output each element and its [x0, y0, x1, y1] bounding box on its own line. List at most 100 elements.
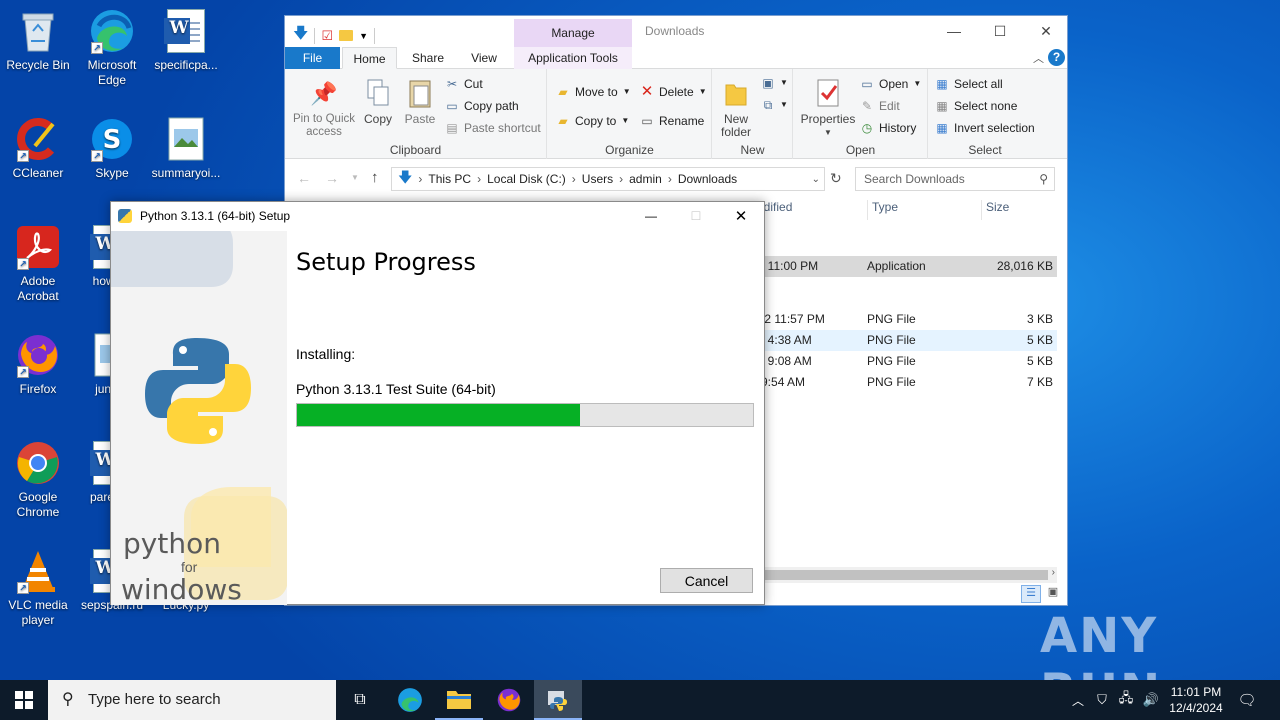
new-folder-icon[interactable]: [339, 30, 354, 41]
scissors-icon: ✂: [446, 77, 458, 91]
close-button[interactable]: ✕: [1023, 16, 1069, 46]
start-button[interactable]: [0, 680, 48, 720]
tab-application-tools[interactable]: Application Tools: [514, 47, 632, 69]
desktop-icon-ccleaner[interactable]: ↗ CCleaner: [0, 116, 76, 181]
tab-share[interactable]: Share: [403, 47, 453, 69]
desktop-icon-vlc[interactable]: ↗ VLC media player: [0, 548, 76, 628]
scrollbar-thumb[interactable]: [765, 570, 1048, 580]
address-dropdown-icon[interactable]: ⌄: [812, 174, 820, 185]
file-row[interactable]: 3 9:54 AM PNG File 7 KB: [751, 372, 1057, 393]
manage-context-tab[interactable]: Manage: [514, 19, 632, 47]
close-button[interactable]: ✕: [731, 202, 751, 231]
horizontal-scrollbar[interactable]: ›: [765, 567, 1057, 583]
details-view-icon[interactable]: ☰: [1021, 585, 1041, 603]
file-row[interactable]: 022 11:57 PM PNG File 3 KB: [751, 309, 1057, 330]
refresh-icon[interactable]: ↻: [830, 170, 842, 187]
network-icon[interactable]: 🖧: [1116, 680, 1136, 720]
scroll-right-icon[interactable]: ›: [1052, 567, 1055, 578]
paste-button[interactable]: Paste: [401, 77, 439, 126]
tab-view[interactable]: View: [459, 47, 509, 69]
python-setup-taskbar-icon[interactable]: [534, 680, 582, 720]
breadcrumb-item[interactable]: Downloads: [678, 172, 737, 186]
easy-access-button[interactable]: ⧉ ▼: [761, 95, 788, 115]
tab-home[interactable]: Home: [342, 47, 397, 69]
breadcrumb-item[interactable]: Users: [582, 172, 613, 186]
minimize-button[interactable]: —: [931, 16, 977, 46]
column-header-type[interactable]: Type: [867, 200, 898, 220]
edge-taskbar-icon[interactable]: [386, 680, 434, 720]
desktop-icon-label: CCleaner: [12, 166, 64, 180]
copy-to-icon: ▰: [558, 114, 568, 128]
help-icon[interactable]: ?: [1048, 49, 1065, 66]
breadcrumb-item[interactable]: Local Disk (C:): [487, 172, 566, 186]
python-setup-window[interactable]: Python 3.13.1 (64-bit) Setup — ☐ ✕ pytho…: [110, 201, 765, 605]
back-arrow-icon[interactable]: ←: [297, 170, 311, 186]
show-hidden-icons[interactable]: ︿: [1068, 680, 1088, 720]
copy-to-button[interactable]: ▰ Copy to ▼: [556, 111, 629, 131]
desktop-icon-google-chrome[interactable]: Google Chrome: [0, 440, 76, 520]
collapse-ribbon-icon[interactable]: ︿: [1033, 50, 1044, 66]
download-arrow-icon[interactable]: 🡇: [293, 23, 308, 48]
paste-shortcut-button[interactable]: ▤ Paste shortcut: [445, 118, 540, 138]
file-row[interactable]: 21 4:38 AM PNG File 5 KB: [751, 330, 1057, 351]
notifications-icon[interactable]: 🗨: [1232, 680, 1262, 720]
quick-access-toolbar: 🡇 ☑ ▼: [293, 23, 375, 48]
cancel-button[interactable]: Cancel: [660, 568, 753, 593]
move-to-label: Move to: [575, 85, 618, 99]
cut-button[interactable]: ✂ Cut: [445, 74, 483, 94]
select-none-button[interactable]: ▦ Select none: [935, 96, 1017, 116]
acrobat-icon: ↗: [15, 224, 61, 270]
history-button[interactable]: ◷ History: [860, 118, 917, 138]
copy-button[interactable]: Copy: [359, 77, 397, 126]
desktop-icon-specificpa[interactable]: W specificpa...: [148, 8, 224, 73]
tab-file[interactable]: File: [285, 47, 340, 69]
desktop-icon-skype[interactable]: S ↗ Skype: [74, 116, 150, 181]
recent-locations-icon[interactable]: ▼: [351, 173, 359, 182]
desktop-icon-summaryoi[interactable]: summaryoi...: [148, 116, 224, 181]
properties-button[interactable]: Properties ▼: [798, 77, 858, 139]
address-bar[interactable]: 🡇 › This PC › Local Disk (C:) › Users › …: [391, 167, 825, 191]
invert-selection-button[interactable]: ▦ Invert selection: [935, 118, 1034, 138]
breadcrumb-item[interactable]: This PC: [428, 172, 471, 186]
open-button[interactable]: ▭ Open ▼: [860, 74, 921, 94]
up-arrow-icon[interactable]: ↑: [371, 169, 379, 186]
brand-python-text: python: [123, 527, 221, 560]
pin-quick-access-button[interactable]: 📌 Pin to Quick access: [289, 77, 359, 139]
customize-toolbar-icon[interactable]: ▼: [359, 31, 368, 41]
current-install-item: Python 3.13.1 Test Suite (64-bit): [296, 381, 496, 397]
file-row[interactable]: 20 9:08 AM PNG File 5 KB: [751, 351, 1057, 372]
desktop-icon-adobe-acrobat[interactable]: ↗ Adobe Acrobat: [0, 224, 76, 304]
select-all-button[interactable]: ▦ Select all: [935, 74, 1002, 94]
delete-button[interactable]: ✕ Delete ▼: [640, 82, 707, 102]
maximize-button[interactable]: ☐: [977, 16, 1023, 46]
desktop-icon-edge[interactable]: ↗ Microsoft Edge: [74, 8, 150, 88]
maximize-button[interactable]: ☐: [686, 202, 706, 231]
taskbar-search-box[interactable]: ⚲ Type here to search: [48, 680, 336, 720]
large-icons-view-icon[interactable]: ▣: [1043, 585, 1063, 603]
forward-arrow-icon[interactable]: →: [325, 170, 339, 186]
rename-button[interactable]: ▭ Rename: [640, 111, 704, 131]
column-header-size[interactable]: Size: [981, 200, 1059, 220]
install-progress-bar: [296, 403, 754, 427]
new-item-button[interactable]: ▣ ▼: [761, 73, 788, 93]
properties-icon[interactable]: ☑: [321, 28, 333, 44]
task-view-icon[interactable]: ⧉: [336, 680, 384, 720]
copy-path-button[interactable]: ▭ Copy path: [445, 96, 518, 116]
move-to-button[interactable]: ▰ Move to ▼: [556, 82, 630, 102]
file-size: 5 KB: [1026, 333, 1053, 347]
volume-icon[interactable]: 🔊: [1140, 680, 1162, 720]
desktop-icon-firefox[interactable]: ↗ Firefox: [0, 332, 76, 397]
desktop-icon-recycle-bin[interactable]: Recycle Bin: [0, 8, 76, 73]
new-folder-button[interactable]: New folder: [713, 77, 759, 139]
firefox-taskbar-icon[interactable]: [485, 680, 533, 720]
desktop-icon-label: Microsoft Edge: [87, 58, 137, 87]
file-row[interactable]: 24 11:00 PM Application 28,016 KB: [751, 256, 1057, 277]
recycle-bin-icon: [15, 8, 61, 54]
clock[interactable]: 11:01 PM 12/4/2024: [1164, 680, 1228, 720]
security-icon[interactable]: ⛉: [1092, 680, 1112, 720]
edit-button[interactable]: ✎ Edit: [860, 96, 900, 116]
minimize-button[interactable]: —: [641, 202, 661, 231]
file-explorer-taskbar-icon[interactable]: [435, 680, 483, 720]
search-input[interactable]: Search Downloads ⚲: [855, 167, 1055, 191]
breadcrumb-item[interactable]: admin: [629, 172, 662, 186]
